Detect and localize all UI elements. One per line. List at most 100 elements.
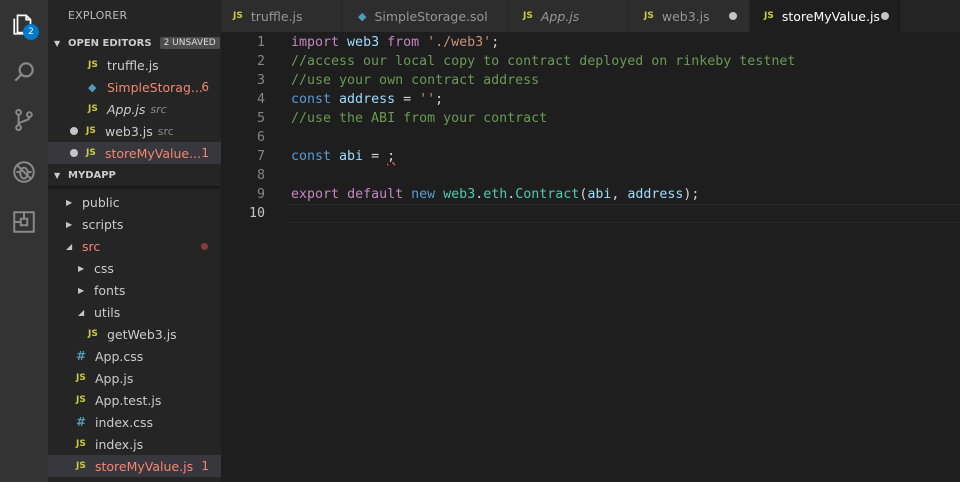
folder-scripts[interactable]: ▶ scripts: [48, 213, 221, 235]
tree-label: storeMyValue.js: [95, 458, 194, 474]
file-app-css[interactable]: # App.css: [48, 345, 221, 367]
line-number: 1: [256, 35, 265, 50]
folder-fonts[interactable]: ▶ fonts: [48, 279, 221, 301]
tree-label: index.js: [95, 436, 144, 452]
code-editor[interactable]: 1 2 3 4 5 6 7 8 9 10 import web3 from '.…: [221, 32, 960, 482]
line-number: 10: [248, 206, 265, 221]
open-editor-web3[interactable]: JS web3.js src: [48, 120, 221, 142]
debug-icon[interactable]: [0, 148, 48, 196]
file-app-test[interactable]: JS App.test.js: [48, 389, 221, 411]
chevron-right-icon: ▶: [66, 197, 73, 207]
chevron-down-icon: ◢: [66, 241, 73, 251]
tree-label: App.test.js: [95, 392, 162, 408]
explorer-icon[interactable]: 2: [0, 0, 48, 48]
solidity-file-icon: ◆: [88, 80, 97, 94]
code-token: '': [419, 92, 436, 107]
code-token: =: [395, 92, 420, 107]
tab-label: truffle.js: [250, 8, 303, 24]
chevron-down-icon: ◢: [78, 307, 85, 317]
chevron-right-icon: ▶: [78, 263, 85, 273]
search-icon[interactable]: [0, 48, 48, 96]
js-file-icon: JS: [88, 329, 98, 339]
file-app-js[interactable]: JS App.js: [48, 367, 221, 389]
unsaved-dot-icon[interactable]: [881, 12, 889, 20]
tab-storemyvalue[interactable]: JS storeMyValue.js: [750, 0, 902, 32]
open-editor-simplestorage[interactable]: ◆ SimpleStorag... 6: [48, 76, 221, 98]
folder-public[interactable]: ▶ public: [48, 191, 221, 213]
folder-css[interactable]: ▶ css: [48, 257, 221, 279]
code-token: import: [291, 35, 340, 50]
file-getweb3[interactable]: JS getWeb3.js: [48, 323, 221, 345]
open-editors-header[interactable]: ▼ OPEN EDITORS 2 UNSAVED: [48, 32, 221, 54]
js-file-icon: JS: [644, 11, 654, 21]
code-token: eth: [483, 187, 508, 202]
file-storemyvalue[interactable]: JS storeMyValue.js 1: [48, 455, 221, 477]
line-number: 7: [256, 149, 265, 164]
code-token: ;: [491, 35, 500, 50]
tree-label: App.js: [95, 370, 134, 386]
js-file-icon: JS: [86, 126, 96, 136]
tree-label: utils: [94, 304, 121, 320]
solidity-file-icon: ◆: [358, 9, 367, 23]
code-token: address: [627, 187, 684, 202]
project-header[interactable]: ▼ MYDAPP: [48, 164, 221, 186]
tab-truffle[interactable]: JS truffle.js: [221, 0, 342, 32]
error-count: 1: [201, 146, 209, 160]
code-token: Contract: [515, 187, 580, 202]
folder-utils[interactable]: ◢ utils: [48, 301, 221, 323]
js-file-icon: JS: [88, 104, 98, 114]
code-token: default: [347, 187, 404, 202]
code-line-3: //use your own contract address: [291, 73, 540, 88]
project-label: MYDAPP: [68, 169, 116, 181]
tab-simplestorage[interactable]: ◆ SimpleStorage.sol: [342, 0, 508, 32]
unsaved-dot-icon[interactable]: [70, 149, 78, 157]
open-editors-label: OPEN EDITORS: [68, 37, 152, 49]
code-token: export: [291, 187, 340, 202]
open-editor-label: web3.js: [105, 123, 153, 139]
code-token: =: [363, 149, 388, 164]
line-number: 3: [256, 73, 265, 88]
line-number: 9: [256, 187, 265, 202]
code-token: const: [291, 92, 332, 107]
tab-web3[interactable]: JS web3.js: [629, 0, 750, 32]
explorer-sidebar: EXPLORER ▼ OPEN EDITORS 2 UNSAVED JS tru…: [48, 0, 221, 482]
tree-label: fonts: [94, 282, 126, 298]
file-index-css[interactable]: # index.css: [48, 411, 221, 433]
open-editor-label: truffle.js: [107, 57, 159, 73]
chevron-right-icon: ▶: [78, 285, 85, 295]
line-number: 6: [256, 130, 265, 145]
code-token: new: [411, 187, 436, 202]
js-file-icon: JS: [86, 148, 96, 158]
js-file-icon: JS: [88, 60, 98, 70]
file-index-js[interactable]: JS index.js: [48, 433, 221, 455]
code-token: address: [339, 92, 396, 107]
line-number: 4: [256, 92, 265, 107]
unsaved-dot-icon[interactable]: [729, 12, 737, 20]
tab-label: web3.js: [661, 8, 710, 24]
open-editor-app[interactable]: JS App.js src: [48, 98, 221, 120]
chevron-down-icon: ▼: [54, 38, 61, 48]
code-token: abi: [587, 187, 612, 202]
code-token: ;: [435, 92, 444, 107]
line-number: 8: [256, 168, 265, 183]
folder-src[interactable]: ◢ src: [48, 235, 221, 257]
css-file-icon: #: [76, 349, 87, 363]
code-token: web3: [443, 187, 476, 202]
unsaved-dot-icon[interactable]: [70, 127, 78, 135]
code-token: const: [291, 149, 332, 164]
source-control-icon[interactable]: [0, 96, 48, 144]
code-token: from: [387, 35, 420, 50]
chevron-right-icon: ▶: [66, 219, 73, 229]
open-editor-storemyvalue[interactable]: JS storeMyValue... 1: [48, 142, 221, 164]
tab-app[interactable]: JS App.js: [508, 0, 629, 32]
open-editor-truffle[interactable]: JS truffle.js: [48, 54, 221, 76]
explorer-badge: 2: [23, 24, 39, 40]
line-number: 2: [256, 54, 265, 69]
code-token: ,: [611, 187, 628, 202]
extensions-icon[interactable]: [0, 198, 48, 246]
js-file-icon: JS: [76, 461, 86, 471]
